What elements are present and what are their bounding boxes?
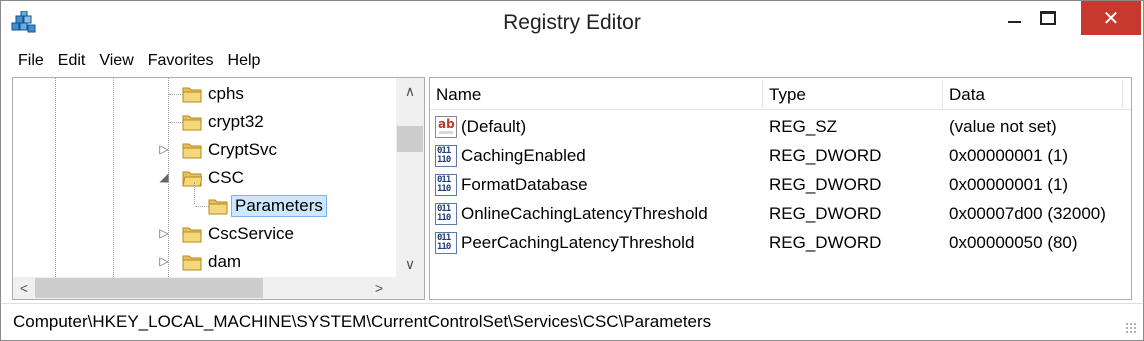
column-header-type[interactable]: Type	[763, 80, 943, 108]
dword-value-icon: 011 110	[435, 203, 457, 225]
tree-item-csc[interactable]: ◢ CSC	[13, 164, 398, 192]
menu-bar: File Edit View Favorites Help	[1, 47, 1143, 75]
close-button[interactable]: ✕	[1081, 1, 1141, 35]
close-icon: ✕	[1102, 6, 1120, 30]
value-type: REG_DWORD	[769, 233, 882, 252]
tree-item-dam[interactable]: ▷ dam	[13, 248, 398, 276]
tree-item-label: cphs	[208, 84, 244, 103]
tree-item-crypt32[interactable]: crypt32	[13, 108, 398, 136]
scroll-right-arrow-icon[interactable]: >	[368, 277, 390, 299]
menu-view[interactable]: View	[92, 48, 140, 74]
resize-grip-icon[interactable]	[1125, 322, 1137, 334]
value-row[interactable]: 011 110 PeerCachingLatencyThreshold REG_…	[430, 228, 1130, 257]
dword-icon-glyph: 011 110	[437, 146, 451, 165]
window-title: Registry Editor	[503, 11, 641, 34]
registry-tree-pane[interactable]: cphs crypt32 ▷ CryptSvc ◢ CSC Parameters…	[12, 77, 425, 300]
tree-item-label: dam	[208, 252, 242, 271]
menu-favorites[interactable]: Favorites	[141, 48, 221, 74]
scroll-down-arrow-icon[interactable]: ∨	[396, 251, 424, 277]
folder-icon	[182, 115, 202, 131]
tree-vertical-scrollbar[interactable]: ∧ ∨	[396, 78, 424, 277]
value-data: 0x00000050 (80)	[949, 233, 1078, 252]
menu-file[interactable]: File	[11, 48, 51, 74]
tree-item-cryptsvc[interactable]: ▷ CryptSvc	[13, 136, 398, 164]
string-icon-glyph: ab	[438, 117, 455, 131]
scroll-up-arrow-icon[interactable]: ∧	[396, 78, 424, 104]
registry-values-pane[interactable]: Name Type Data ab (Default) REG_SZ (valu…	[429, 77, 1132, 300]
tree-item-cscservice[interactable]: ▷ CscService	[13, 220, 398, 248]
current-key-path: Computer\HKEY_LOCAL_MACHINE\SYSTEM\Curre…	[13, 312, 712, 331]
dword-icon-glyph: 011 110	[437, 204, 451, 223]
value-row[interactable]: 011 110 CachingEnabled REG_DWORD 0x00000…	[430, 141, 1130, 170]
dword-icon-glyph: 011 110	[437, 233, 451, 252]
folder-icon	[182, 143, 202, 159]
string-value-icon: ab	[435, 116, 457, 138]
value-name: FormatDatabase	[461, 175, 588, 194]
expand-arrow-icon[interactable]: ▷	[158, 226, 170, 240]
folder-icon	[182, 87, 202, 103]
value-type: REG_DWORD	[769, 146, 882, 165]
tree-item-parameters[interactable]: Parameters	[13, 192, 398, 220]
value-name: (Default)	[461, 117, 527, 136]
column-header-data[interactable]: Data	[943, 80, 1123, 108]
tree-item-label: CscService	[208, 224, 294, 243]
tree-item-cphs[interactable]: cphs	[13, 80, 398, 108]
menu-help[interactable]: Help	[221, 48, 268, 74]
expand-arrow-icon[interactable]: ▷	[158, 142, 170, 156]
maximize-icon	[1040, 11, 1056, 25]
folder-icon	[182, 227, 202, 243]
value-data: 0x00007d00 (32000)	[949, 204, 1106, 223]
value-name: CachingEnabled	[461, 146, 586, 165]
header-divider	[430, 109, 1131, 110]
value-row[interactable]: 011 110 FormatDatabase REG_DWORD 0x00000…	[430, 170, 1130, 199]
value-type: REG_DWORD	[769, 204, 882, 223]
value-type: REG_SZ	[769, 117, 838, 136]
folder-icon	[182, 255, 202, 271]
column-header-name[interactable]: Name	[430, 80, 763, 108]
dword-value-icon: 011 110	[435, 174, 457, 196]
title-bar[interactable]: Registry Editor ✕	[1, 1, 1143, 45]
folder-icon	[208, 199, 228, 215]
value-data: 0x00000001 (1)	[949, 175, 1069, 194]
value-type: REG_DWORD	[769, 175, 882, 194]
scroll-left-arrow-icon[interactable]: <	[13, 277, 35, 299]
menu-edit[interactable]: Edit	[51, 48, 93, 74]
dword-value-icon: 011 110	[435, 145, 457, 167]
status-bar: Computer\HKEY_LOCAL_MACHINE\SYSTEM\Curre…	[1, 303, 1143, 340]
tree-item-label: CryptSvc	[208, 140, 277, 159]
value-row[interactable]: ab (Default) REG_SZ (value not set)	[430, 112, 1130, 141]
value-data: (value not set)	[949, 117, 1057, 136]
vertical-scroll-thumb[interactable]	[397, 126, 423, 152]
value-name: PeerCachingLatencyThreshold	[461, 233, 695, 252]
value-name: OnlineCachingLatencyThreshold	[461, 204, 708, 223]
registry-editor-window: Registry Editor ✕ File Edit View Favorit…	[0, 0, 1144, 341]
maximize-button[interactable]	[1025, 1, 1071, 35]
dword-icon-glyph: 011 110	[437, 175, 451, 194]
tree-horizontal-scrollbar[interactable]: < >	[13, 277, 424, 299]
tree-item-label: Parameters	[231, 195, 327, 217]
tree-connector	[195, 206, 209, 207]
tree-item-label: CSC	[208, 168, 244, 187]
folder-open-icon	[182, 171, 202, 187]
expander-icon[interactable]	[158, 114, 170, 128]
minimize-icon	[1007, 21, 1021, 23]
expander-icon[interactable]	[158, 86, 170, 100]
collapse-arrow-icon[interactable]: ◢	[158, 170, 170, 184]
dword-value-icon: 011 110	[435, 232, 457, 254]
expand-arrow-icon[interactable]: ▷	[158, 254, 170, 268]
horizontal-scroll-thumb[interactable]	[35, 278, 263, 298]
value-row[interactable]: 011 110 OnlineCachingLatencyThreshold RE…	[430, 199, 1130, 228]
tree-item-label: crypt32	[208, 112, 264, 131]
value-data: 0x00000001 (1)	[949, 146, 1069, 165]
